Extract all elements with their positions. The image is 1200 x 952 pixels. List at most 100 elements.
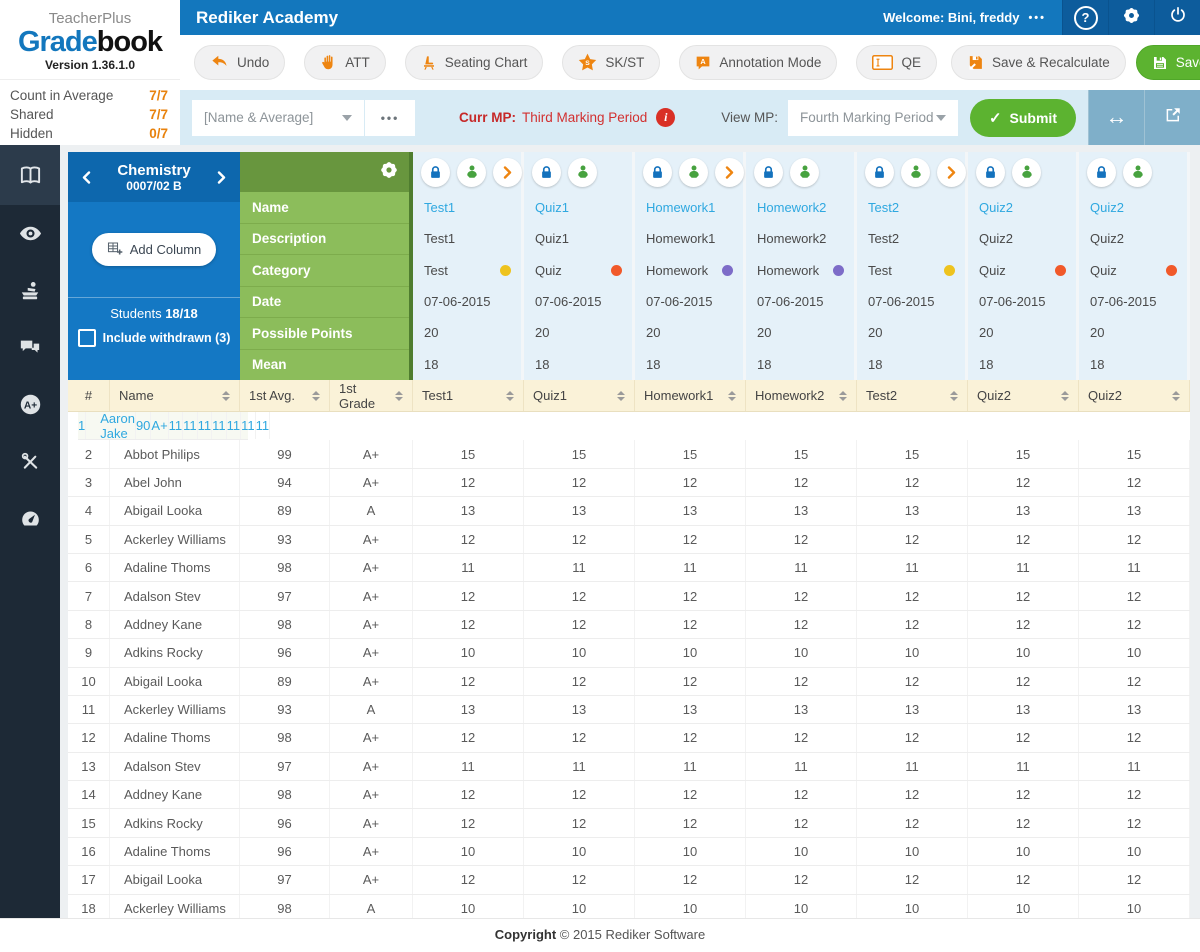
score-cell[interactable]: 12 [635,781,746,809]
score-cell[interactable]: 13 [968,497,1079,525]
score-cell[interactable]: 11 [968,752,1079,781]
score-cell[interactable]: 12 [413,724,524,752]
external-link-button[interactable] [1144,90,1200,145]
score-cell[interactable]: 12 [413,468,524,497]
student-row[interactable]: 15 Adkins Rocky 96 A+ 12 12 12 12 12 12 12 [68,809,1190,838]
student-share-icon[interactable] [1012,157,1041,187]
score-cell[interactable]: 12 [1079,724,1190,752]
score-cell[interactable]: 15 [968,440,1079,468]
student-name[interactable]: Abel John [110,468,240,497]
assignment-name-link[interactable]: Homework2 [746,192,854,223]
gear-button[interactable] [1108,0,1154,35]
score-cell[interactable]: 13 [413,497,524,525]
score-cell[interactable]: 11 [183,412,198,440]
student-row[interactable]: 17 Abigail Looka 97 A+ 12 12 12 12 12 12 12 [68,866,1190,895]
more-options-button[interactable]: ••• [365,99,415,136]
student-row[interactable]: 10 Abigail Looka 89 A+ 12 12 12 12 12 12 12 [68,667,1190,696]
score-cell[interactable]: 15 [857,440,968,468]
student-share-icon[interactable] [457,157,486,187]
score-cell[interactable]: 10 [746,837,857,866]
score-cell[interactable]: 12 [857,724,968,752]
prev-class-button[interactable] [78,167,95,188]
lock-icon[interactable] [976,157,1005,187]
expand-icon[interactable] [493,157,522,187]
score-cell[interactable]: 12 [857,525,968,553]
score-cell[interactable]: 11 [1079,553,1190,582]
student-share-icon[interactable] [1123,157,1152,187]
score-cell[interactable]: 10 [746,639,857,667]
sidebar-item-podium[interactable] [0,262,60,319]
score-cell[interactable]: 12 [524,610,635,639]
column-header-1st-avg-2[interactable]: 1st Avg. [240,380,330,411]
score-cell[interactable]: 12 [746,525,857,553]
score-cell[interactable]: 12 [1079,809,1190,837]
add-column-button[interactable]: Add Column [91,233,217,266]
score-cell[interactable]: 11 [169,412,184,440]
score-cell[interactable]: 11 [968,553,1079,582]
score-cell[interactable]: 13 [746,497,857,525]
score-cell[interactable]: 12 [635,610,746,639]
sidebar-item-tools[interactable] [0,433,60,490]
score-cell[interactable]: 11 [746,553,857,582]
student-row[interactable]: 2 Abbot Philips 99 A+ 15 15 15 15 15 15 15 [68,440,1190,469]
student-name[interactable]: Ackerley Williams [110,695,240,724]
score-cell[interactable]: 12 [968,781,1079,809]
score-cell[interactable]: 12 [413,582,524,610]
score-cell[interactable]: 10 [857,837,968,866]
student-row[interactable]: 11 Ackerley Williams 93 A 13 13 13 13 13 13 13 [68,695,1190,725]
student-name[interactable]: Adalson Stev [110,582,240,610]
score-cell[interactable]: 12 [413,610,524,639]
score-cell[interactable]: 12 [1079,610,1190,639]
score-cell[interactable]: 12 [746,468,857,497]
lock-icon[interactable] [532,157,561,187]
column-header-name-1[interactable]: Name [110,380,240,411]
student-row[interactable]: 16 Adaline Thoms 96 A+ 10 10 10 10 10 10 10 [68,837,1190,867]
score-cell[interactable]: 12 [968,667,1079,695]
score-cell[interactable]: 12 [968,866,1079,894]
score-cell[interactable]: 12 [524,724,635,752]
expand-icon[interactable] [937,157,966,187]
score-cell[interactable]: 13 [857,497,968,525]
save-recalculate-button[interactable]: Save & Recalculate [950,45,1126,80]
score-cell[interactable]: 12 [635,809,746,837]
score-cell[interactable]: 12 [524,582,635,610]
help-button[interactable]: ? [1062,0,1108,35]
score-cell[interactable]: 12 [746,724,857,752]
column-header-homework1-6[interactable]: Homework1 [635,380,746,411]
score-cell[interactable]: 11 [413,553,524,582]
score-cell[interactable]: 12 [857,468,968,497]
score-cell[interactable]: 15 [413,440,524,468]
gear-icon[interactable] [379,160,399,185]
score-cell[interactable]: 10 [1079,837,1190,866]
score-cell[interactable]: 12 [1079,468,1190,497]
student-name[interactable]: Adkins Rocky [110,639,240,667]
score-cell[interactable]: 13 [746,695,857,724]
score-cell[interactable]: 11 [413,752,524,781]
score-cell[interactable]: 11 [746,752,857,781]
score-cell[interactable]: 11 [1079,752,1190,781]
score-cell[interactable]: 13 [1079,695,1190,724]
qe-button[interactable]: QE [856,45,937,80]
student-name[interactable]: Adalson Stev [110,752,240,781]
sk-st-button[interactable]: S SK/ST [562,45,661,80]
lock-icon[interactable] [643,157,672,187]
score-cell[interactable]: 12 [746,582,857,610]
student-row[interactable]: 3 Abel John 94 A+ 12 12 12 12 12 12 12 [68,468,1190,498]
score-cell[interactable]: 11 [524,553,635,582]
student-name[interactable]: Abigail Looka [110,866,240,894]
column-header-quiz1-5[interactable]: Quiz1 [524,380,635,411]
score-cell[interactable]: 10 [413,837,524,866]
score-cell[interactable]: 12 [968,582,1079,610]
score-cell[interactable]: 12 [746,781,857,809]
assignment-name-link[interactable]: Quiz2 [1079,192,1187,223]
score-cell[interactable]: 15 [1079,440,1190,468]
score-cell[interactable]: 12 [635,468,746,497]
assignment-name-link[interactable]: Homework1 [635,192,743,223]
score-cell[interactable]: 13 [635,497,746,525]
welcome-menu[interactable]: Welcome: Bini, freddy ••• [883,10,1046,25]
score-cell[interactable]: 10 [413,639,524,667]
student-name[interactable]: Abbot Philips [110,440,240,468]
column-header-test2-8[interactable]: Test2 [857,380,968,411]
score-cell[interactable]: 12 [857,610,968,639]
score-cell[interactable]: 11 [212,412,227,440]
